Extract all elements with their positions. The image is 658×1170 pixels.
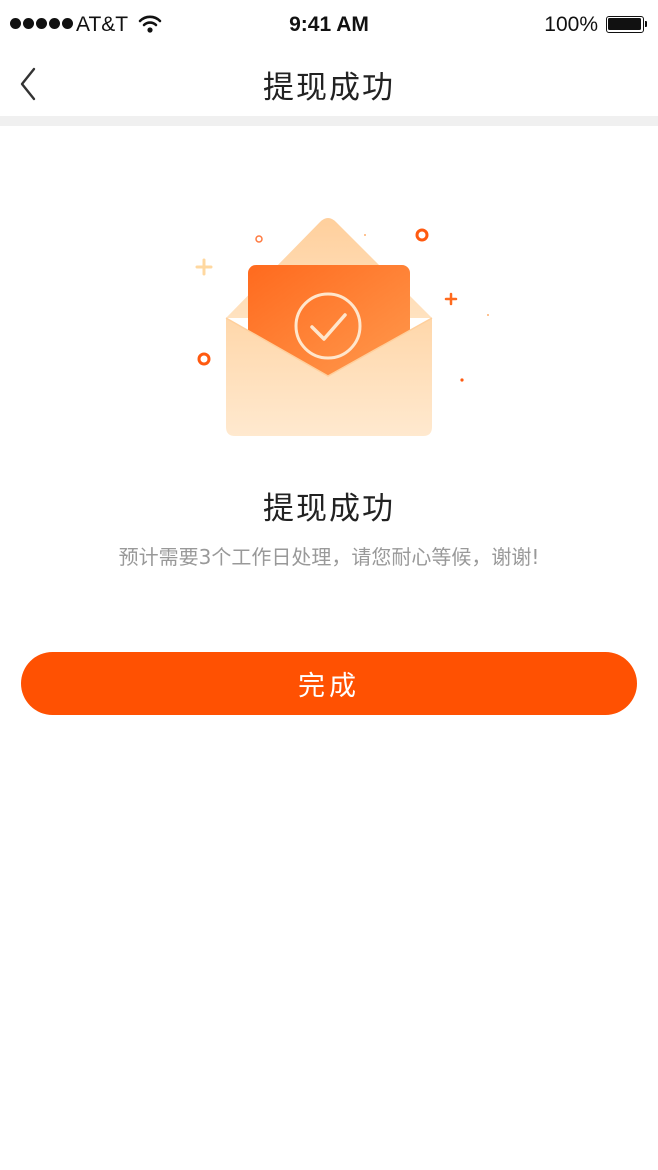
- nav-bar: 提现成功: [0, 50, 658, 116]
- done-button[interactable]: 完成: [21, 652, 637, 715]
- battery-icon: [606, 16, 647, 33]
- battery-percent: 100%: [544, 13, 598, 36]
- nav-divider: [0, 116, 658, 126]
- result-title: 提现成功: [263, 491, 395, 527]
- status-bar: AT&T 9:41 AM 100%: [0, 0, 658, 50]
- result-description: 预计需要3个工作日处理，请您耐心等候，谢谢!: [118, 545, 540, 569]
- page-title: 提现成功: [263, 70, 395, 106]
- envelope-check-icon: [195, 218, 489, 436]
